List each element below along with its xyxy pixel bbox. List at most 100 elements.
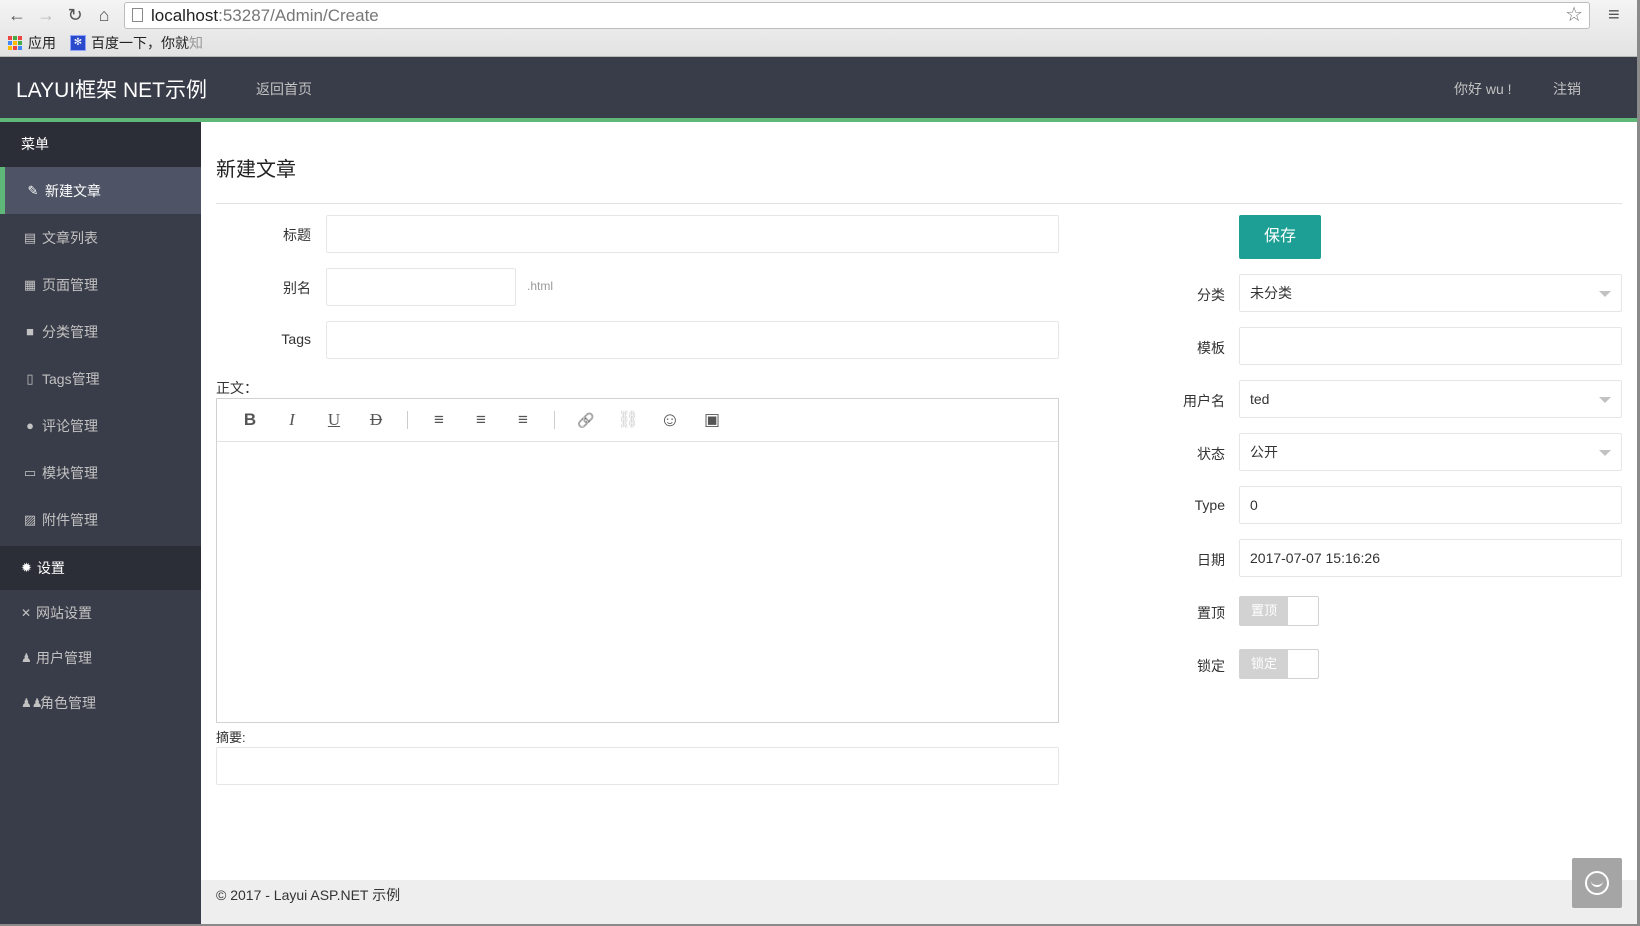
sidebar-item-users[interactable]: ♟ 用户管理 <box>0 635 201 680</box>
user-icon: ♟ <box>21 650 32 665</box>
chat-button[interactable] <box>1572 858 1622 908</box>
username-select[interactable]: ted <box>1239 380 1622 418</box>
title-label: 标题 <box>283 227 311 243</box>
sidebar-group-label: 设置 <box>36 560 65 576</box>
browser-toolbar: ← → ↻ ⌂ localhost:53287/Admin/Create ☆ ≡… <box>0 0 1637 57</box>
chevron-down-icon <box>1599 397 1611 403</box>
chevron-down-icon <box>1599 450 1611 456</box>
folder-icon: ■ <box>26 324 34 339</box>
gear-icon: ✹ <box>21 560 32 575</box>
template-input[interactable] <box>1239 327 1622 365</box>
category-select[interactable]: 未分类 <box>1239 274 1622 312</box>
sidebar-item-label: 评论管理 <box>42 417 98 434</box>
sidebar: 菜单 ✎ 新建文章 ▤ 文章列表 ▦ 页面管理 ■ 分类管理 ▯ Tags管理 … <box>0 122 201 924</box>
calendar-page-icon: ▦ <box>23 276 37 292</box>
home-link[interactable]: 返回首页 <box>256 79 312 99</box>
browser-window: ← → ↻ ⌂ localhost:53287/Admin/Create ☆ ≡… <box>0 0 1640 926</box>
sidebar-item-new-article[interactable]: ✎ 新建文章 <box>0 167 201 214</box>
brand-logo[interactable]: LAYUI框架 NET示例 <box>16 74 207 104</box>
reload-icon[interactable]: ↻ <box>64 4 86 26</box>
app-header: LAYUI框架 NET示例 返回首页 你好 wu ! 注销 <box>0 57 1637 118</box>
italic-icon[interactable]: I <box>271 410 313 430</box>
window-icon: ▭ <box>23 464 37 480</box>
file-icon: ▯ <box>26 370 34 386</box>
align-center-icon[interactable]: ≡ <box>460 410 502 430</box>
sidebar-item-label: 网站设置 <box>36 604 92 621</box>
category-value: 未分类 <box>1250 285 1292 301</box>
tools-icon: ✕ <box>21 605 32 620</box>
url-path: :53287/Admin/Create <box>218 6 379 25</box>
username-label: 用户名 <box>1183 393 1225 409</box>
type-input[interactable]: 0 <box>1239 486 1622 524</box>
sidebar-item-roles[interactable]: ♟♟ 角色管理 <box>0 680 201 725</box>
bold-icon[interactable]: B <box>229 410 271 430</box>
bookmark-baidu[interactable]: ✻ 百度一下，你就知 <box>70 33 203 53</box>
user-greeting[interactable]: 你好 wu ! <box>1454 79 1512 99</box>
pin-top-switch-text: 置顶 <box>1240 597 1288 625</box>
summary-input[interactable] <box>216 747 1059 785</box>
tags-label: Tags <box>281 331 311 347</box>
comment-icon: ● <box>26 418 34 433</box>
bookmark-apps[interactable]: 应用 <box>8 33 56 53</box>
sidebar-item-label: 附件管理 <box>42 511 98 528</box>
sidebar-item-tags[interactable]: ▯ Tags管理 <box>0 355 201 402</box>
browser-menu-icon[interactable]: ≡ <box>1608 4 1620 27</box>
sidebar-item-label: 角色管理 <box>40 694 96 711</box>
unlink-icon[interactable]: ⛓ <box>607 410 649 430</box>
pin-top-switch[interactable]: 置顶 <box>1239 596 1319 626</box>
address-bar[interactable]: localhost:53287/Admin/Create ☆ <box>124 2 1590 29</box>
strikethrough-icon[interactable]: D <box>355 410 397 430</box>
sidebar-item-label: 页面管理 <box>42 276 98 293</box>
sidebar-item-label: Tags管理 <box>42 370 100 387</box>
lock-switch[interactable]: 锁定 <box>1239 649 1319 679</box>
sidebar-group-menu[interactable]: 菜单 <box>0 122 201 167</box>
lock-label: 锁定 <box>1197 658 1225 674</box>
bookmark-label-faded: 知 <box>189 35 203 51</box>
copyright-text: © 2017 - Layui ASP.NET 示例 <box>216 887 401 903</box>
url-host: localhost <box>151 6 219 25</box>
sidebar-item-article-list[interactable]: ▤ 文章列表 <box>0 214 201 261</box>
home-icon[interactable]: ⌂ <box>93 4 115 26</box>
users-icon: ♟♟ <box>21 695 43 710</box>
category-label: 分类 <box>1197 287 1225 303</box>
rich-text-editor: B I U D ≡ ≡ ≡ 🔗 ⛓ ☺ ▣ <box>216 398 1059 723</box>
sidebar-item-modules[interactable]: ▭ 模块管理 <box>0 449 201 496</box>
underline-icon[interactable]: U <box>313 410 355 430</box>
forward-arrow-icon[interactable]: → <box>35 4 57 26</box>
date-input[interactable]: 2017-07-07 15:16:26 <box>1239 539 1622 577</box>
logout-link[interactable]: 注销 <box>1553 79 1581 99</box>
body-label: 正文： <box>216 380 258 396</box>
title-divider <box>216 203 1622 204</box>
alias-input[interactable] <box>326 268 516 306</box>
align-left-icon[interactable]: ≡ <box>418 410 460 430</box>
date-label: 日期 <box>1197 552 1225 568</box>
align-right-icon[interactable]: ≡ <box>502 410 544 430</box>
sidebar-item-pages[interactable]: ▦ 页面管理 <box>0 261 201 308</box>
link-icon[interactable]: 🔗 <box>565 412 607 429</box>
page-icon <box>132 8 143 22</box>
footer: © 2017 - Layui ASP.NET 示例 <box>201 880 1637 924</box>
title-input[interactable] <box>326 215 1059 253</box>
chevron-down-icon <box>1599 291 1611 297</box>
baidu-paw-icon: ✻ <box>70 35 86 51</box>
sidebar-group-settings[interactable]: ✹ 设置 <box>0 546 201 590</box>
header-accent-bar <box>0 118 1637 122</box>
insert-image-icon[interactable]: ▣ <box>691 410 733 430</box>
sidebar-item-comments[interactable]: ● 评论管理 <box>0 402 201 449</box>
emoji-icon[interactable]: ☺ <box>649 409 691 432</box>
sidebar-item-categories[interactable]: ■ 分类管理 <box>0 308 201 355</box>
toolbar-separator <box>407 411 408 429</box>
sidebar-item-site-settings[interactable]: ✕ 网站设置 <box>0 590 201 635</box>
bookmark-star-icon[interactable]: ☆ <box>1565 3 1583 28</box>
template-label: 模板 <box>1197 340 1225 356</box>
apps-grid-icon <box>8 36 22 50</box>
pencil-icon: ✎ <box>27 182 39 198</box>
username-value: ted <box>1250 391 1270 407</box>
sidebar-item-label: 分类管理 <box>42 323 98 340</box>
editor-content-area[interactable] <box>217 442 1058 722</box>
tags-input[interactable] <box>326 321 1059 359</box>
status-select[interactable]: 公开 <box>1239 433 1622 471</box>
back-arrow-icon[interactable]: ← <box>6 4 28 26</box>
save-button[interactable]: 保存 <box>1239 215 1321 259</box>
sidebar-item-attachments[interactable]: ▨ 附件管理 <box>0 496 201 543</box>
